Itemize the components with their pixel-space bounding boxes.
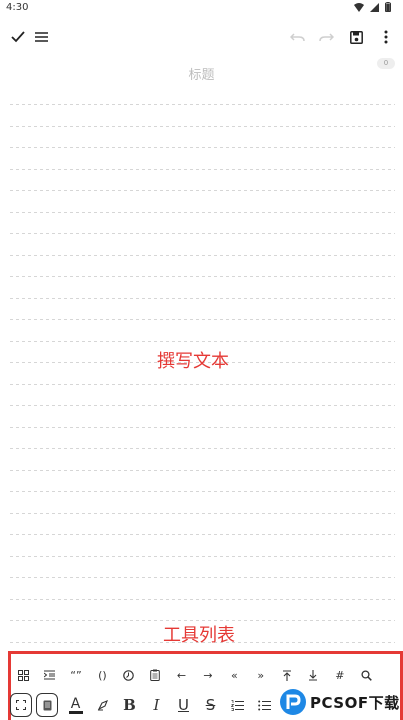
ruled-line bbox=[10, 297, 395, 299]
tool-cursor-right-button[interactable]: → bbox=[195, 664, 221, 686]
tool-go-bottom-button[interactable] bbox=[300, 664, 326, 686]
ruled-line bbox=[10, 469, 395, 471]
redo-icon bbox=[318, 33, 334, 42]
bullet-list-icon bbox=[258, 700, 271, 710]
tool-text-color-button[interactable]: A bbox=[62, 694, 89, 716]
tool-cursor-left-button[interactable]: ← bbox=[168, 664, 194, 686]
text-color-icon: A bbox=[70, 695, 81, 712]
tool-indent-button[interactable] bbox=[36, 664, 62, 686]
signal-icon bbox=[370, 2, 379, 12]
undo-button[interactable] bbox=[286, 26, 308, 48]
tool-line-start-button[interactable]: « bbox=[221, 664, 247, 686]
tool-row-primary: “” () ← → « » # bbox=[10, 664, 400, 686]
ruled-line bbox=[10, 555, 395, 557]
ruled-line bbox=[10, 598, 395, 600]
clock-icon bbox=[123, 669, 135, 681]
arrow-to-bottom-icon bbox=[309, 669, 318, 681]
tool-bullet-list-button[interactable] bbox=[251, 694, 278, 716]
tool-bold-button[interactable]: B bbox=[116, 694, 143, 716]
wifi-icon bbox=[354, 2, 364, 12]
char-count-badge: 0 bbox=[377, 58, 395, 69]
grid-icon bbox=[17, 669, 29, 681]
watermark-logo-icon bbox=[286, 694, 301, 709]
tool-document-button[interactable] bbox=[36, 693, 58, 717]
indent-icon bbox=[44, 670, 56, 680]
title-input[interactable]: 标题 bbox=[0, 64, 403, 83]
save-icon bbox=[349, 30, 363, 44]
editor-toolbar bbox=[0, 22, 403, 50]
ruled-line bbox=[10, 168, 395, 170]
tool-underline-button[interactable]: U bbox=[170, 694, 197, 716]
watermark-logo bbox=[280, 689, 306, 715]
status-time: 4:30 bbox=[6, 2, 29, 13]
document-icon bbox=[43, 700, 51, 710]
tool-search-button[interactable] bbox=[353, 664, 379, 686]
fullscreen-icon bbox=[16, 700, 26, 710]
ruled-line bbox=[10, 405, 395, 406]
status-icons bbox=[354, 2, 391, 12]
tool-go-top-button[interactable] bbox=[274, 664, 300, 686]
tool-quote-button[interactable]: “” bbox=[63, 664, 89, 686]
battery-icon bbox=[385, 2, 391, 12]
ruled-line bbox=[10, 125, 395, 127]
tool-clipboard-button[interactable] bbox=[142, 664, 168, 686]
save-button[interactable] bbox=[345, 26, 367, 48]
ruled-line bbox=[10, 104, 395, 105]
watermark-text: PCSOF下载 bbox=[310, 693, 400, 712]
tool-italic-button[interactable]: I bbox=[143, 694, 170, 716]
tool-time-button[interactable] bbox=[116, 664, 142, 686]
ruled-line bbox=[10, 448, 395, 449]
tool-line-end-button[interactable]: » bbox=[248, 664, 274, 686]
status-bar: 4:30 bbox=[0, 0, 403, 16]
menu-button[interactable] bbox=[30, 26, 52, 48]
check-icon bbox=[11, 31, 25, 43]
tool-hashtag-button[interactable]: # bbox=[327, 664, 353, 686]
tool-ordered-list-button[interactable] bbox=[224, 694, 251, 716]
ruled-line bbox=[10, 233, 395, 234]
annotation-tool-list: 工具列表 bbox=[163, 625, 235, 646]
ruled-line bbox=[10, 211, 395, 213]
ruled-line bbox=[10, 534, 395, 535]
ruled-line bbox=[10, 426, 395, 428]
ruled-line bbox=[10, 512, 395, 514]
tool-highlight-button[interactable] bbox=[89, 694, 116, 716]
ruled-line bbox=[10, 383, 395, 385]
brush-icon bbox=[97, 700, 108, 711]
search-icon bbox=[361, 669, 372, 681]
ruled-line bbox=[10, 147, 395, 148]
ruled-line bbox=[10, 577, 395, 578]
done-button[interactable] bbox=[7, 26, 29, 48]
tool-fullscreen-button[interactable] bbox=[10, 693, 32, 717]
tool-apps-button[interactable] bbox=[10, 664, 36, 686]
tool-parentheses-button[interactable]: () bbox=[89, 664, 115, 686]
ruled-line bbox=[10, 319, 395, 320]
more-vertical-icon bbox=[384, 30, 388, 44]
menu-icon bbox=[34, 32, 48, 42]
clipboard-icon bbox=[150, 669, 160, 681]
more-options-button[interactable] bbox=[375, 26, 397, 48]
redo-button[interactable] bbox=[315, 26, 337, 48]
annotation-write-text: 撰写文本 bbox=[157, 351, 229, 372]
ruled-line bbox=[10, 340, 395, 342]
undo-icon bbox=[289, 33, 305, 42]
text-color-bar bbox=[68, 710, 83, 714]
ruled-line bbox=[10, 254, 395, 256]
ruled-line bbox=[10, 190, 395, 191]
ruled-line bbox=[10, 491, 395, 492]
watermark: PCSOF下载 bbox=[280, 684, 403, 720]
ruled-line bbox=[10, 276, 395, 277]
tool-strikethrough-button[interactable]: S bbox=[197, 694, 224, 716]
ordered-list-icon bbox=[231, 699, 244, 711]
arrow-to-top-icon bbox=[283, 669, 292, 681]
text-body[interactable] bbox=[10, 104, 395, 664]
